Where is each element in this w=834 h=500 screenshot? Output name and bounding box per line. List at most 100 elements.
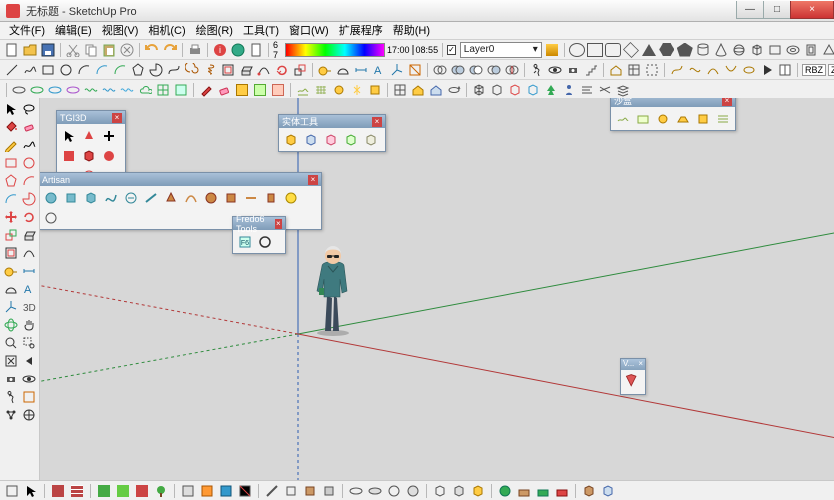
lookaround-icon[interactable] [547,62,563,78]
paint-tool-icon[interactable] [198,82,214,98]
scale-tool-icon[interactable] [292,62,308,78]
oval-4-icon[interactable] [65,82,81,98]
surface-2-icon[interactable] [173,82,189,98]
palette-artisan-close[interactable]: × [308,175,318,185]
ar-7-icon[interactable] [162,189,179,206]
polygon-icon[interactable] [2,172,19,189]
material-1-icon[interactable] [234,82,250,98]
page-icon[interactable] [248,42,264,58]
dimension-icon-l[interactable] [20,262,37,279]
palette-sandbox[interactable]: 沙盒× [610,98,736,131]
bt-b4-icon[interactable] [237,483,253,499]
globe-icon[interactable] [230,42,246,58]
ar-14-icon[interactable] [42,209,59,226]
helix-tool-icon[interactable] [202,62,218,78]
cube-wire-icon[interactable] [471,82,487,98]
menu-extensions[interactable]: 扩展程序 [334,23,388,39]
shape-tri-icon[interactable] [641,42,657,58]
eraser-tool-icon[interactable] [216,82,232,98]
protractor-icon[interactable] [335,62,351,78]
position-cam-l-icon[interactable] [2,370,19,387]
solid-trim-icon[interactable] [486,62,502,78]
layer-dropdown[interactable]: Layer0▾ [460,42,542,58]
bt-c2-icon[interactable] [283,483,299,499]
dimension-icon[interactable] [353,62,369,78]
shape-pent-icon[interactable] [677,42,693,58]
vray-render-icon[interactable] [624,373,642,391]
bt-d1-icon[interactable] [348,483,364,499]
shape-sphere-icon[interactable] [731,42,747,58]
curve-2-icon[interactable] [687,62,703,78]
bt-tree-icon[interactable] [153,483,169,499]
surface-1-icon[interactable] [155,82,171,98]
polygon-tool-icon[interactable] [130,62,146,78]
node-sel-icon[interactable] [2,406,19,423]
axes-l-icon[interactable] [2,298,19,315]
bt-b1-icon[interactable] [180,483,196,499]
new-file-button[interactable] [4,42,20,58]
menu-edit[interactable]: 编辑(E) [50,23,97,39]
sandbox-2-icon[interactable] [313,82,329,98]
bt-green2-icon[interactable] [115,483,131,499]
shape-box-icon[interactable] [767,42,783,58]
menu-camera[interactable]: 相机(C) [143,23,190,39]
zoom-icon[interactable] [2,334,19,351]
fmt-zip[interactable]: ZIP [828,64,834,76]
palette-solid-close[interactable]: × [372,117,382,127]
palette-solid-header[interactable]: 实体工具× [279,115,385,128]
ar-6-icon[interactable] [142,189,159,206]
section-tool-icon[interactable] [407,62,423,78]
ar-8-icon[interactable] [182,189,199,206]
bt-g1-icon[interactable] [581,483,597,499]
house-icon[interactable] [608,62,624,78]
shape-cone-icon[interactable] [713,42,729,58]
stairs-icon[interactable] [583,62,599,78]
tgi-6-icon[interactable] [100,147,117,164]
ar-2-icon[interactable] [62,189,79,206]
undo-button[interactable] [144,42,160,58]
sb-4-icon[interactable] [674,110,691,127]
window-minimize[interactable]: — [736,1,764,19]
cube-wire3-icon[interactable] [507,82,523,98]
curve-1-icon[interactable] [669,62,685,78]
zoom-window-icon[interactable] [20,334,37,351]
curve-3-icon[interactable] [705,62,721,78]
print-button[interactable] [187,42,203,58]
bt-b3-icon[interactable] [218,483,234,499]
bt-brick-icon[interactable] [50,483,66,499]
pan-icon[interactable] [20,316,37,333]
window-maximize[interactable]: □ [763,1,791,19]
material-2-icon[interactable] [252,82,268,98]
solid-intsc-icon[interactable] [302,131,319,148]
redo-button[interactable] [162,42,178,58]
offset-icon[interactable] [2,244,19,261]
ar-5-icon[interactable] [122,189,139,206]
bt-e2-icon[interactable] [451,483,467,499]
component-make-icon[interactable] [626,62,642,78]
ar-1-icon[interactable] [42,189,59,206]
paint-bucket-icon[interactable] [2,118,19,135]
sb-1-icon[interactable] [614,110,631,127]
orbit-icon[interactable] [2,316,19,333]
viewport[interactable]: TGI3D× 实体工具× 沙盒× [40,98,834,480]
position-camera-icon[interactable] [565,62,581,78]
ar-4-icon[interactable] [102,189,119,206]
wave-2-icon[interactable] [101,82,117,98]
pencil-icon[interactable] [2,136,19,153]
rotate-icon[interactable] [20,208,37,225]
eraser-icon[interactable] [20,118,37,135]
solid-union-icon[interactable] [450,62,466,78]
text-tool-icon[interactable]: A [371,62,387,78]
fr-2-icon[interactable] [256,233,273,250]
bt-c1-icon[interactable] [264,483,280,499]
oval-3-icon[interactable] [47,82,63,98]
scale-icon[interactable] [2,226,19,243]
copy-button[interactable] [83,42,99,58]
section-l-icon[interactable] [20,388,37,405]
ar-10-icon[interactable] [222,189,239,206]
bt-c3-icon[interactable] [302,483,318,499]
lasso-tool-icon[interactable] [20,100,37,117]
tape-icon[interactable] [2,262,19,279]
tgi-2-icon[interactable] [80,127,97,144]
menu-tools[interactable]: 工具(T) [238,23,284,39]
